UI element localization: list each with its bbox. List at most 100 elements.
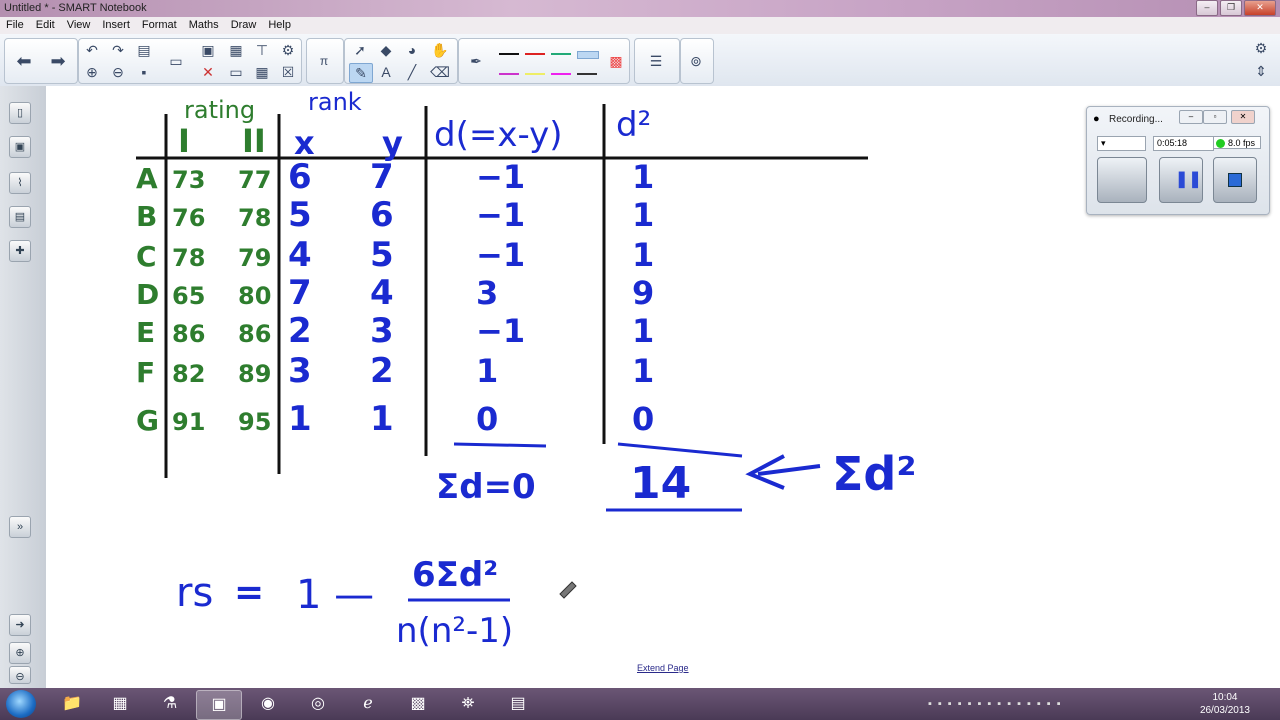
explorer-taskbar-icon[interactable]: 📁 [50, 690, 94, 718]
recorder-mode-select[interactable]: ▾ [1097, 136, 1146, 151]
line-width-icon[interactable]: ☰ [645, 52, 667, 70]
properties-icon[interactable]: ▤ [9, 206, 31, 228]
fill-icon[interactable]: ◕ [401, 41, 423, 59]
paste-icon[interactable]: ▣ [197, 41, 219, 59]
menu-help[interactable]: Help [262, 17, 297, 34]
pens-icon[interactable]: ✎ [349, 63, 373, 83]
pen-style-dashed[interactable] [577, 73, 597, 75]
table-cell-label: E [136, 316, 155, 349]
sidebar-add-icon[interactable]: ⊕ [9, 642, 31, 664]
app-taskbar-icon-1[interactable]: ▦ [98, 690, 142, 718]
minimize-button[interactable]: – [1196, 0, 1218, 16]
recorder-time: 0:05:18 [1153, 136, 1214, 151]
attachments-icon[interactable]: ⌇ [9, 172, 31, 194]
smart-notebook-taskbar-icon[interactable]: ▣ [196, 690, 242, 720]
shapes-icon[interactable]: ◆ [375, 41, 397, 59]
delete-icon[interactable]: ✕ [197, 63, 219, 81]
pi-icon[interactable]: π [313, 52, 335, 70]
firefox-taskbar-icon[interactable]: ◉ [246, 690, 290, 718]
addons-icon[interactable]: ✚ [9, 240, 31, 262]
sum-d2-label: Σd² [832, 447, 917, 501]
menu-maths[interactable]: Maths [183, 17, 225, 34]
gallery-icon[interactable]: ▣ [9, 136, 31, 158]
excel-taskbar-icon[interactable]: ▩ [396, 690, 440, 718]
table-cell-r1: 78 [172, 244, 205, 272]
forward-arrow-icon[interactable]: ➡ [47, 52, 69, 70]
menu-format[interactable]: Format [136, 17, 183, 34]
gear-tool-icon[interactable]: ⚙ [277, 41, 299, 59]
pen-style-black[interactable] [499, 53, 519, 55]
rating-label: rating [184, 96, 255, 124]
text-icon[interactable]: A [375, 63, 397, 81]
settings-gear-icon[interactable]: ⚙ [1250, 39, 1272, 57]
link-icon[interactable]: ⊚ [685, 52, 707, 70]
delete-page-icon[interactable]: ⊖ [107, 63, 129, 81]
taskbar: 📁 ▦ ⚗ ▣ ◉ ◎ ℯ ▩ ⛯ ▤ ▪▪▪▪▪▪▪▪▪▪▪▪▪▪ 10:04… [0, 688, 1280, 720]
chrome-taskbar-icon[interactable]: ◎ [296, 690, 340, 718]
app-taskbar-icon-2[interactable]: ⚗ [148, 690, 192, 718]
pen-style-red[interactable] [525, 53, 545, 55]
screen-shade-icon[interactable]: ▭ [225, 63, 247, 81]
ie-taskbar-icon[interactable]: ℯ [346, 690, 390, 718]
recorder-minimize-button[interactable]: – [1179, 110, 1203, 124]
pen-style-pink[interactable] [551, 73, 571, 75]
table-cell-label: B [136, 200, 157, 233]
line-icon[interactable]: ╱ [401, 63, 423, 81]
recorder-close-button[interactable]: ✕ [1231, 110, 1255, 124]
pen-style-green[interactable] [551, 53, 571, 55]
table-rows: A 73 77 6 7 −1 1B 76 78 5 6 −1 1C 78 79 4 5 −1 1D 65 80 7 4 3 9E… [136, 157, 654, 439]
menu-edit[interactable]: Edit [30, 17, 61, 34]
display-icon[interactable]: ▭ [165, 52, 187, 70]
toolbar-move-icon[interactable]: ⇕ [1250, 62, 1272, 80]
table-cell-r2: 95 [238, 408, 271, 436]
sidebar-delete-icon[interactable]: ⊖ [9, 666, 31, 684]
pen-style-yellow[interactable] [525, 73, 545, 75]
start-button[interactable] [6, 690, 36, 718]
close-button[interactable]: ✕ [1244, 0, 1276, 16]
table-cell-d2: 1 [632, 312, 654, 350]
menu-draw[interactable]: Draw [225, 17, 263, 34]
pen-style-blue[interactable] [577, 51, 599, 59]
pen-icon[interactable]: ✒ [465, 52, 487, 70]
table-cell-x: 1 [288, 399, 312, 439]
table-cell-r1: 76 [172, 204, 205, 232]
hand-icon[interactable]: ✋ [429, 41, 451, 59]
extend-page-link[interactable]: Extend Page [637, 663, 689, 673]
color-palette-icon[interactable]: ▩ [605, 52, 627, 70]
tools-group: ➚ ◆ ◕ ✋ ✎ A ╱ ⌫ [344, 38, 458, 84]
redo-icon[interactable]: ↷ [107, 41, 129, 59]
menu-file[interactable]: File [0, 17, 30, 34]
table-cell-r1: 86 [172, 320, 205, 348]
eraser-icon[interactable]: ⌫ [429, 63, 451, 81]
menu-view[interactable]: View [61, 17, 97, 34]
record-button[interactable] [1097, 157, 1147, 203]
clock-time: 10:04 [1212, 692, 1238, 703]
word-taskbar-icon[interactable]: ▤ [496, 690, 540, 718]
menu-insert[interactable]: Insert [96, 17, 136, 34]
screen-capture-icon[interactable]: ▦ [225, 41, 247, 59]
maximize-button[interactable]: ❐ [1220, 0, 1242, 16]
table-cell-d2: 1 [632, 352, 654, 390]
add-page-icon[interactable]: ⊕ [81, 63, 103, 81]
close-doc-icon[interactable]: ☒ [277, 63, 299, 81]
undo-icon[interactable]: ↶ [81, 41, 103, 59]
fps-status-icon [1216, 139, 1225, 148]
recorder-maximize-button[interactable]: ▫ [1203, 110, 1227, 124]
select-arrow-icon[interactable]: ➚ [349, 41, 371, 59]
sidebar-arrow-icon[interactable]: ➜ [9, 614, 31, 636]
document-camera-icon[interactable]: ⊤ [251, 41, 273, 59]
pen-style-magenta[interactable] [499, 73, 519, 75]
back-arrow-icon[interactable]: ⬅ [13, 52, 35, 70]
save-icon[interactable]: ▪ [133, 63, 155, 81]
table-cell-y: 6 [370, 195, 394, 235]
table-cell-r2: 77 [238, 166, 271, 194]
system-tray-icons[interactable]: ▪▪▪▪▪▪▪▪▪▪▪▪▪▪ [928, 698, 1067, 710]
clock[interactable]: 10:04 26/03/2013 [1200, 691, 1250, 717]
table-cell-label: A [136, 162, 158, 195]
table-icon[interactable]: ▦ [251, 63, 273, 81]
page-sorter-icon[interactable]: ▯ [9, 102, 31, 124]
table-cell-d: 1 [476, 352, 498, 390]
acrobat-taskbar-icon[interactable]: ⛯ [446, 690, 490, 718]
open-folder-icon[interactable]: ▤ [133, 41, 155, 59]
expand-sidebar-icon[interactable]: » [9, 516, 31, 538]
